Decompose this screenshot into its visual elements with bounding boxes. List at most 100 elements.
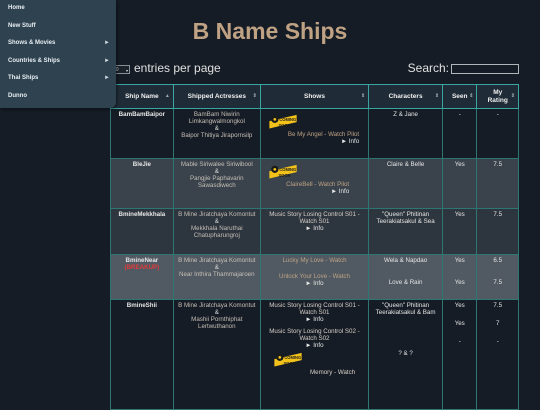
header-label: Characters: [388, 93, 423, 100]
ampersand: &: [214, 168, 219, 175]
show-link[interactable]: Music Story Losing Control S01 - Watch S…: [269, 211, 359, 225]
coming-soon-icon: COMING SOON: [274, 352, 302, 367]
header-label: Shipped Actresses: [187, 93, 246, 100]
sidebar-item-label: Countries & Ships: [8, 57, 61, 64]
search-input[interactable]: [451, 64, 519, 74]
sort-icon: ⇕: [252, 93, 257, 99]
rating-cell: -: [476, 108, 519, 159]
header-shows[interactable]: Shows ⇕: [259, 84, 370, 109]
info-toggle[interactable]: ► Info: [262, 316, 367, 323]
coming-soon-icon: COMING SOON: [269, 164, 297, 179]
sidebar-item-label: Thai Ships: [8, 75, 39, 81]
show-link[interactable]: Memory - Watch: [310, 369, 355, 376]
seen-cell: Yes: [442, 158, 478, 209]
actress-name: Baipor Thitiya Jirapornsilp: [181, 132, 253, 139]
sidebar-item-label: Home: [8, 5, 25, 11]
show-link[interactable]: Music Story Losing Control S01 - Watch S…: [262, 302, 367, 316]
svg-text:COMING: COMING: [279, 167, 296, 172]
svg-text:SOON: SOON: [278, 173, 290, 178]
sidebar-item-home[interactable]: Home: [0, 0, 116, 18]
chevron-right-icon: ►: [104, 75, 110, 81]
chevron-right-icon: ►: [104, 57, 110, 64]
sort-icon: ⇕: [469, 93, 474, 99]
header-shipped-actresses[interactable]: Shipped Actresses ⇕: [172, 84, 261, 109]
shows-cell: Music Story Losing Control S01 - Watch S…: [259, 208, 370, 255]
sidebar-item-label: Dunno: [8, 92, 27, 99]
info-toggle[interactable]: ► Info: [262, 280, 367, 287]
sidebar-menu: Home New Stuff Shows & Movies ► Countries…: [0, 0, 116, 108]
chevron-down-icon: ▾: [125, 68, 128, 73]
table-controls: 50▾ entries per page Search:: [110, 61, 519, 77]
rating-cell: 7.5 7 -: [476, 299, 519, 410]
header-characters[interactable]: Characters ⇕: [368, 84, 444, 109]
sidebar-item-countries-ships[interactable]: Countries & Ships ►: [0, 53, 116, 71]
actresses-cell: B Mine Jiratchaya Komontut & Mekkhala Na…: [172, 208, 261, 255]
svg-text:COMING: COMING: [284, 355, 301, 360]
sort-icon: ⇕: [360, 93, 366, 99]
info-toggle[interactable]: ► Info: [267, 188, 349, 195]
show-link[interactable]: Lucky My Love - Watch: [262, 257, 367, 264]
ampersand: &: [214, 264, 219, 271]
rating-entry: 7: [495, 320, 500, 327]
sidebar-item-shows-movies[interactable]: Shows & Movies ►: [0, 35, 116, 53]
svg-text:SOON: SOON: [283, 361, 295, 366]
shows-cell: Lucky My Love - Watch Unlock Your Love -…: [259, 254, 370, 300]
seen-entry: Yes: [454, 279, 465, 286]
sidebar-item-label: Shows & Movies: [8, 40, 56, 46]
search-label: Search:: [407, 61, 449, 75]
info-toggle[interactable]: ► Info: [267, 138, 359, 145]
ships-table: Ship Name ▲ Shipped Actresses ⇕ Shows ⇕ Cha…: [110, 84, 519, 410]
actress-name: B Mine Jiratchaya Komontut: [178, 257, 256, 264]
header-label: Ship Name: [125, 93, 159, 100]
entries-per-page-label: entries per page: [134, 61, 221, 75]
table-row: BmineNear (BREAKUP) B Mine Jiratchaya Ko…: [110, 254, 519, 300]
actress-name: B Mine Jiratchaya Komontut: [178, 211, 256, 218]
actress-name: Near Inthira Thammajaroen: [179, 271, 255, 278]
rating-cell: 7.5: [476, 158, 519, 209]
header-label: Seen: [451, 93, 468, 100]
actresses-cell: BamBam Niwirin Limkangwalmongkol & Baipo…: [172, 108, 261, 159]
ship-name: BmineNear: [125, 257, 159, 264]
actress-name: Mable Siriwalee Siriwibool: [180, 161, 253, 168]
actress-name: BamBam Niwirin Limkangwalmongkol: [188, 111, 245, 125]
show-link[interactable]: Unlock Your Love - Watch: [262, 273, 367, 280]
svg-text:COMING: COMING: [279, 117, 296, 122]
sort-icon: ⇕: [510, 93, 515, 99]
actresses-cell: B Mine Jiratchaya Komontut & Mashii Porn…: [172, 299, 261, 410]
actresses-cell: Mable Siriwalee Siriwibool & Pangjie Pap…: [172, 158, 261, 209]
actress-name: Mashii Pornthiphat Lertwuthanon: [191, 316, 243, 330]
characters-entry: "Queen" Phitinan Teerakiatsakul & Bam: [375, 302, 436, 316]
ship-name-cell: BmineNear (BREAKUP): [110, 254, 174, 300]
header-seen[interactable]: Seen ⇕: [442, 84, 478, 109]
header-label: Shows: [304, 93, 325, 100]
sort-asc-icon: ▲: [164, 93, 170, 99]
header-ship-name[interactable]: Ship Name ▲: [110, 84, 174, 109]
actress-name: Mekkhala Naruthai Chatupharungroj: [191, 225, 243, 239]
sort-icon: ⇕: [434, 93, 440, 99]
show-link[interactable]: Music Story Losing Control S02 - Watch S…: [262, 328, 367, 342]
header-label: My Rating: [487, 88, 508, 104]
seen-cell: Yes Yes -: [442, 299, 478, 410]
rating-entry: 7.5: [493, 302, 503, 309]
chevron-right-icon: ►: [104, 40, 110, 46]
rating-cell: 6.5 7.5: [476, 254, 519, 300]
info-toggle[interactable]: ► Info: [262, 225, 367, 232]
characters-entry: Love & Rain: [388, 279, 423, 286]
rating-cell: 7.5: [476, 208, 519, 255]
sidebar-item-dunno[interactable]: Dunno: [0, 88, 116, 106]
svg-text:SOON: SOON: [278, 123, 290, 128]
seen-entry: Yes: [454, 320, 465, 327]
sidebar-item-thai-ships[interactable]: Thai Ships ►: [0, 70, 116, 88]
actress-name: Pangjie Paphavarin Sawasdiwech: [189, 175, 244, 189]
table-row: BmineShii B Mine Jiratchaya Komontut & M…: [110, 299, 519, 410]
sidebar-item-new-stuff[interactable]: New Stuff: [0, 18, 116, 36]
ship-name: BamBamBaipor: [110, 108, 174, 159]
header-my-rating[interactable]: My Rating ⇕: [476, 84, 519, 109]
characters-entry: ? & ?: [398, 350, 413, 357]
seen-entry: Yes: [454, 302, 465, 309]
shows-cell: COMING SOON ClaireBell - Watch Pilot ► I…: [259, 158, 370, 209]
table-row: BleJie Mable Siriwalee Siriwibool & Pang…: [110, 158, 519, 209]
coming-soon-icon: COMING SOON: [269, 114, 297, 129]
shows-cell: Music Story Losing Control S01 - Watch S…: [259, 299, 370, 410]
info-toggle[interactable]: ► Info: [262, 342, 367, 349]
